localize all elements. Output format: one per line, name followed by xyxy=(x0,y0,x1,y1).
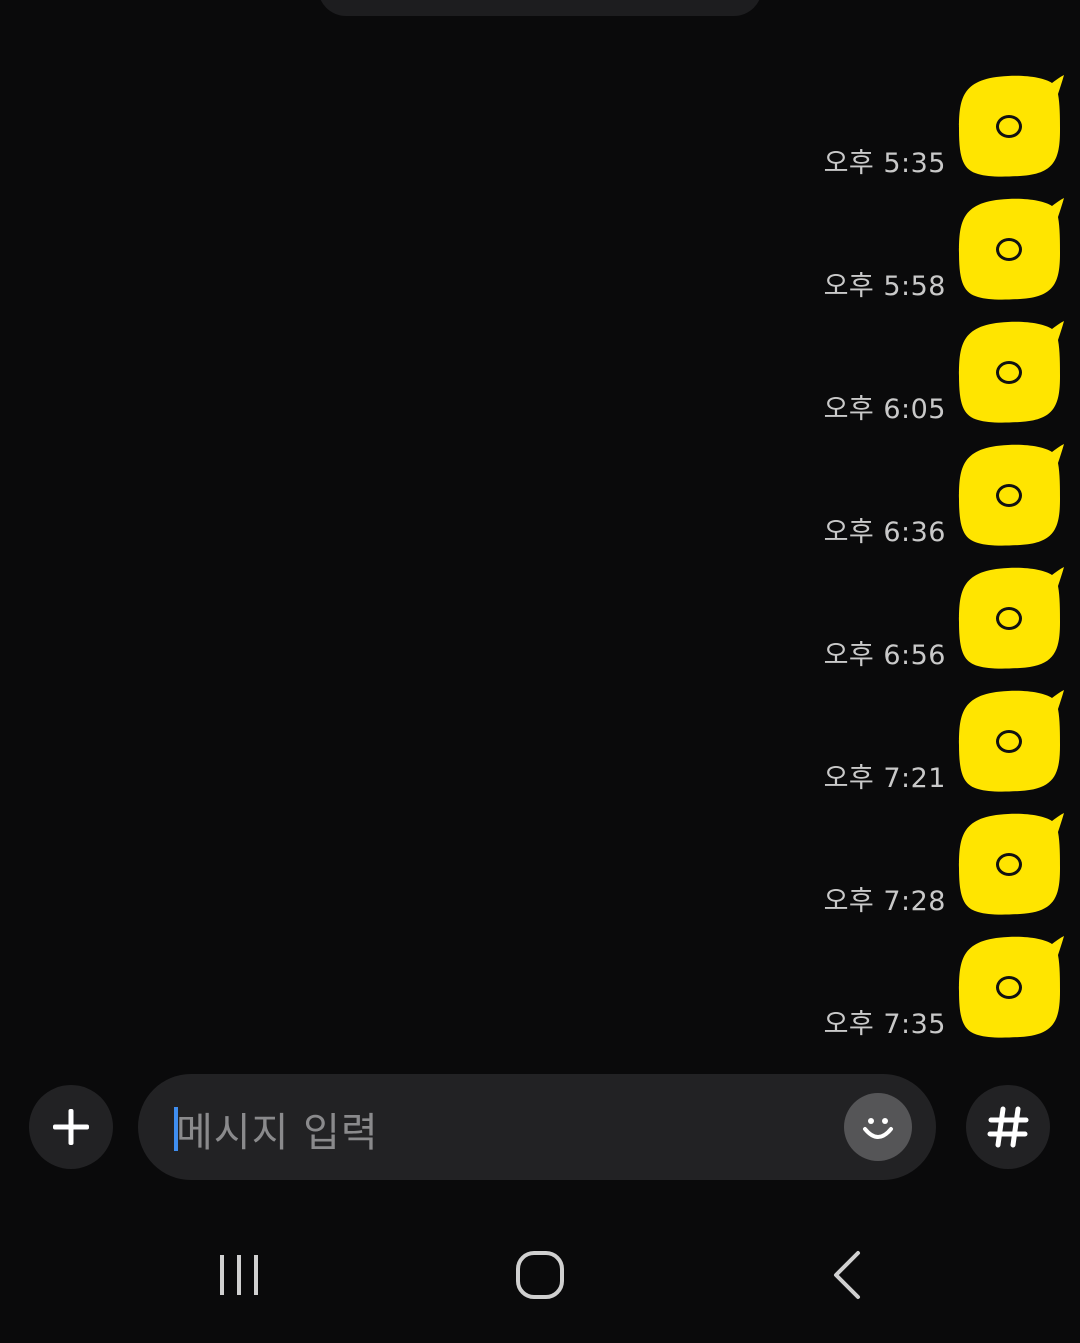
message-input-placeholder: 메시지 입력 xyxy=(176,1110,379,1156)
message-bubble[interactable]: ㅇ xyxy=(958,566,1064,670)
message-bubble[interactable]: ㅇ xyxy=(958,74,1064,178)
message-text: ㅇ xyxy=(958,935,1062,1039)
attach-button[interactable] xyxy=(29,1085,113,1169)
message-bubble[interactable]: ㅇ xyxy=(958,197,1064,301)
hash-icon xyxy=(987,1106,1029,1148)
home-button[interactable] xyxy=(495,1240,585,1310)
message-bubble[interactable]: ㅇ xyxy=(958,812,1064,916)
message-bubble[interactable]: ㅇ xyxy=(958,443,1064,547)
recents-button[interactable] xyxy=(194,1240,284,1310)
message-text: ㅇ xyxy=(958,566,1062,670)
message-input[interactable]: 메시지 입력 xyxy=(138,1074,936,1180)
message-time: 오후 7:35 xyxy=(823,1009,946,1040)
message-bubble[interactable]: ㅇ xyxy=(958,320,1064,424)
smile-icon xyxy=(863,1118,893,1139)
message-row: 오후 5:35 ㅇ xyxy=(0,74,1080,182)
message-time: 오후 5:35 xyxy=(823,148,946,179)
message-time: 오후 6:56 xyxy=(823,640,946,671)
chat-message-list[interactable]: 오후 5:35 ㅇ 오후 5:58 ㅇ 오후 6:05 xyxy=(0,0,1080,1060)
system-navigation-bar xyxy=(0,1210,1080,1343)
recents-icon xyxy=(220,1255,258,1295)
message-time: 오후 5:58 xyxy=(823,271,946,302)
message-time: 오후 6:05 xyxy=(823,394,946,425)
home-icon xyxy=(516,1251,564,1299)
message-row: 오후 7:28 ㅇ xyxy=(0,812,1080,920)
hashtag-button[interactable] xyxy=(966,1085,1050,1169)
message-composer: 메시지 입력 xyxy=(0,1072,1080,1182)
message-text: ㅇ xyxy=(958,197,1062,301)
back-button[interactable] xyxy=(800,1240,890,1310)
message-row: 오후 6:05 ㅇ xyxy=(0,320,1080,428)
message-text: ㅇ xyxy=(958,320,1062,424)
message-time: 오후 6:36 xyxy=(823,517,946,548)
message-bubble[interactable]: ㅇ xyxy=(958,935,1064,1039)
message-row: 오후 6:36 ㅇ xyxy=(0,443,1080,551)
message-text: ㅇ xyxy=(958,812,1062,916)
message-row: 오후 5:58 ㅇ xyxy=(0,197,1080,305)
message-text: ㅇ xyxy=(958,443,1062,547)
message-text: ㅇ xyxy=(958,74,1062,178)
message-row: 오후 7:35 ㅇ xyxy=(0,935,1080,1043)
message-time: 오후 7:28 xyxy=(823,886,946,917)
back-icon xyxy=(834,1251,860,1299)
message-text: ㅇ xyxy=(958,689,1062,793)
message-bubble[interactable]: ㅇ xyxy=(958,689,1064,793)
message-row: 오후 6:56 ㅇ xyxy=(0,566,1080,674)
plus-icon xyxy=(53,1109,89,1145)
message-time: 오후 7:21 xyxy=(823,763,946,794)
emoji-button[interactable] xyxy=(844,1093,912,1161)
message-row: 오후 7:21 ㅇ xyxy=(0,689,1080,797)
